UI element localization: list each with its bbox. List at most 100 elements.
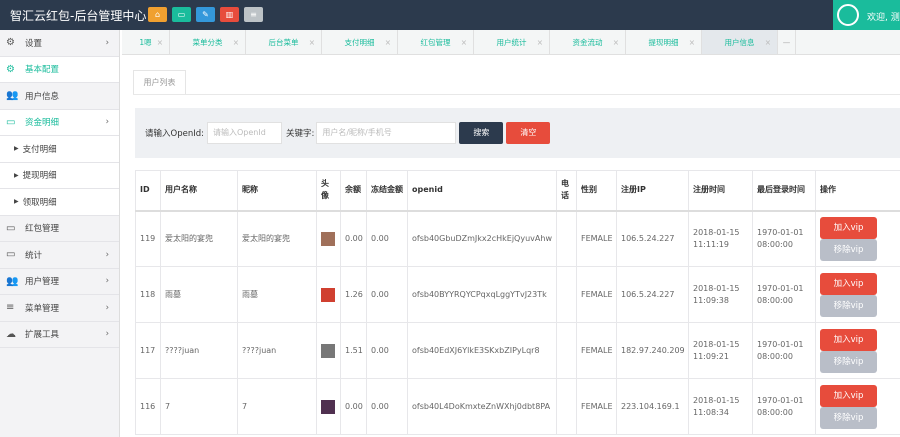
remove-vip-button[interactable]: 移除vip — [820, 238, 877, 261]
chevron-right-icon: › — [105, 329, 109, 340]
tab-item[interactable]: 提现明细 × — [626, 30, 702, 54]
openid-input[interactable]: 请输入OpenId — [206, 122, 282, 144]
tab-label: 后台菜单 — [268, 37, 299, 47]
chevron-right-icon: › — [105, 37, 109, 48]
caret-right-icon: ▶ — [14, 171, 19, 179]
gears-icon: ⚙ — [6, 37, 15, 49]
openid-cell: ofsb40L4DoKmxteZnWXhj0dbt8PA — [407, 378, 557, 435]
time: 08:00:00 — [757, 407, 793, 417]
trash-button[interactable]: ▥ — [220, 7, 239, 22]
sidebar-item[interactable]: ▶ 领取明细 — [0, 189, 119, 216]
sidebar-item[interactable]: ▭ 统计 › — [0, 242, 119, 269]
column-header: 用户名称 — [160, 170, 238, 212]
home-button[interactable]: ⌂ — [148, 7, 167, 22]
nickname-cell: 爱太阳的宴兜 — [237, 210, 317, 267]
actions-cell: 加入vip 移除vip — [815, 378, 900, 435]
keyword-label: 关键字: — [285, 129, 315, 139]
sidebar-item-label: 扩展工具 — [25, 330, 60, 341]
remove-vip-button[interactable]: 移除vip — [820, 406, 877, 429]
id-cell: 117 — [135, 322, 161, 379]
column-header: 性别 — [576, 170, 617, 212]
sidebar-item[interactable]: ⚙ 基本配置 — [0, 56, 119, 83]
date: 2018-01-15 — [693, 395, 740, 405]
reg-time-cell: 2018-01-15 11:11:19 — [688, 210, 753, 267]
sidebar-item[interactable]: 👥 用户管理 › — [0, 269, 119, 295]
sidebar-item[interactable]: ▶ 提现明细 — [0, 162, 119, 189]
frozen-cell: 0.00 — [366, 378, 408, 435]
sidebar-item[interactable]: ▭ 资金明细 › — [0, 109, 119, 136]
date: 2018-01-15 — [693, 339, 740, 349]
tab-item[interactable]: 后台菜单 × — [246, 30, 322, 54]
tab-item[interactable]: 资金流动 × — [550, 30, 626, 54]
time: 11:09:21 — [693, 351, 729, 361]
tab-item[interactable]: 用户信息 × — [702, 30, 778, 54]
tab-label: 用户信息 — [724, 37, 755, 47]
sidebar-item-label: 用户管理 — [25, 277, 60, 288]
id-cell: 118 — [135, 266, 161, 323]
column-header: 冻结金额 — [366, 170, 408, 212]
sidebar-item[interactable]: 👥 用户信息 — [0, 83, 119, 110]
close-icon[interactable]: × — [309, 38, 315, 47]
tab-item[interactable]: 菜单分类 × — [170, 30, 246, 54]
sidebar-item[interactable]: ▭ 红包管理 — [0, 216, 119, 242]
table-row: 119 爱太阳的宴兜 爱太阳的宴兜 0.00 0.00 ofsb40GbuDZmJkx2c… — [135, 210, 900, 267]
add-vip-button[interactable]: 加入vip — [820, 272, 877, 295]
close-icon[interactable]: × — [157, 38, 163, 47]
time: 08:00:00 — [757, 295, 793, 305]
tab-item[interactable]: 用户统计 × — [474, 30, 550, 54]
tab-user-list[interactable]: 用户列表 — [133, 70, 186, 95]
date: 1970-01-01 — [757, 283, 804, 293]
sidebar-item-label: 用户信息 — [25, 91, 60, 102]
caret-right-icon: ▶ — [14, 145, 19, 153]
close-icon[interactable]: × — [765, 38, 771, 47]
image-button[interactable]: ▭ — [172, 7, 191, 22]
name-cell: 雨墓 — [160, 266, 238, 323]
list-button[interactable]: ≡ — [244, 7, 263, 22]
column-header: 注册IP — [616, 170, 689, 212]
avatar — [321, 399, 335, 414]
chevron-right-icon: › — [105, 249, 109, 260]
close-icon[interactable]: × — [461, 38, 467, 47]
remove-vip-button[interactable]: 移除vip — [820, 294, 877, 317]
column-header: 电话 — [556, 170, 577, 212]
close-icon[interactable]: × — [613, 38, 619, 47]
add-vip-button[interactable]: 加入vip — [820, 328, 877, 351]
remove-vip-button[interactable]: 移除vip — [820, 350, 877, 373]
clear-button[interactable]: 清空 — [506, 122, 551, 144]
avatar-cell — [316, 322, 341, 379]
sidebar-item[interactable]: ▶ 支付明细 — [0, 136, 119, 163]
actions-cell: 加入vip 移除vip — [815, 266, 900, 323]
openid-cell: ofsb40BYYRQYCPqxqLggYTvJ23Tk — [407, 266, 557, 323]
name-cell: 7 — [160, 378, 238, 435]
close-icon[interactable]: × — [537, 38, 543, 47]
trash-icon: ▥ — [225, 10, 234, 19]
sidebar-item[interactable]: ≡ 菜单管理 › — [0, 295, 119, 322]
keyword-input[interactable]: 用户名/昵称/手机号 — [316, 122, 457, 144]
balance-cell: 0.00 — [340, 378, 367, 435]
more-tabs-button[interactable]: — — [778, 30, 796, 54]
date: 2018-01-15 — [693, 283, 740, 293]
table-row: 116 7 7 0.00 0.00 ofsb40L4DoKmxteZnWXhj0dbt8P… — [135, 378, 900, 435]
avatar-cell — [316, 210, 341, 267]
user-menu[interactable]: 欢迎, 测试 — [833, 0, 900, 30]
id-cell: 116 — [135, 378, 161, 435]
sidebar-item[interactable]: ☁ 扩展工具 › — [0, 322, 119, 348]
column-header: 昵称 — [237, 170, 317, 212]
monitor-icon: ▭ — [6, 222, 16, 234]
tab-label: 用户统计 — [496, 37, 527, 47]
phone-cell — [556, 266, 577, 323]
table-row: 117 ????juan ????juan 1.51 0.00 ofsb40EdXJ6Yl… — [135, 322, 900, 379]
search-button[interactable]: 搜索 — [459, 122, 504, 144]
sidebar: ⚙ 设置 › ⚙ 基本配置 👥 用户信息 ▭ 资金明细 › ▶ 支付明细 ▶ 提现明细 ▶ 领取明细 ▭ 红包管理… — [0, 30, 120, 437]
pencil-button[interactable]: ✎ — [196, 7, 215, 22]
tab-item[interactable]: 1嗯 × — [122, 30, 170, 54]
sidebar-item[interactable]: ⚙ 设置 › — [0, 30, 119, 57]
gender-cell: FEMALE — [576, 378, 617, 435]
tab-item[interactable]: 红包管理 × — [398, 30, 474, 54]
close-icon[interactable]: × — [233, 38, 239, 47]
close-icon[interactable]: × — [385, 38, 391, 47]
add-vip-button[interactable]: 加入vip — [820, 216, 877, 239]
close-icon[interactable]: × — [689, 38, 695, 47]
add-vip-button[interactable]: 加入vip — [820, 384, 877, 407]
tab-item[interactable]: 支付明细 × — [322, 30, 398, 54]
